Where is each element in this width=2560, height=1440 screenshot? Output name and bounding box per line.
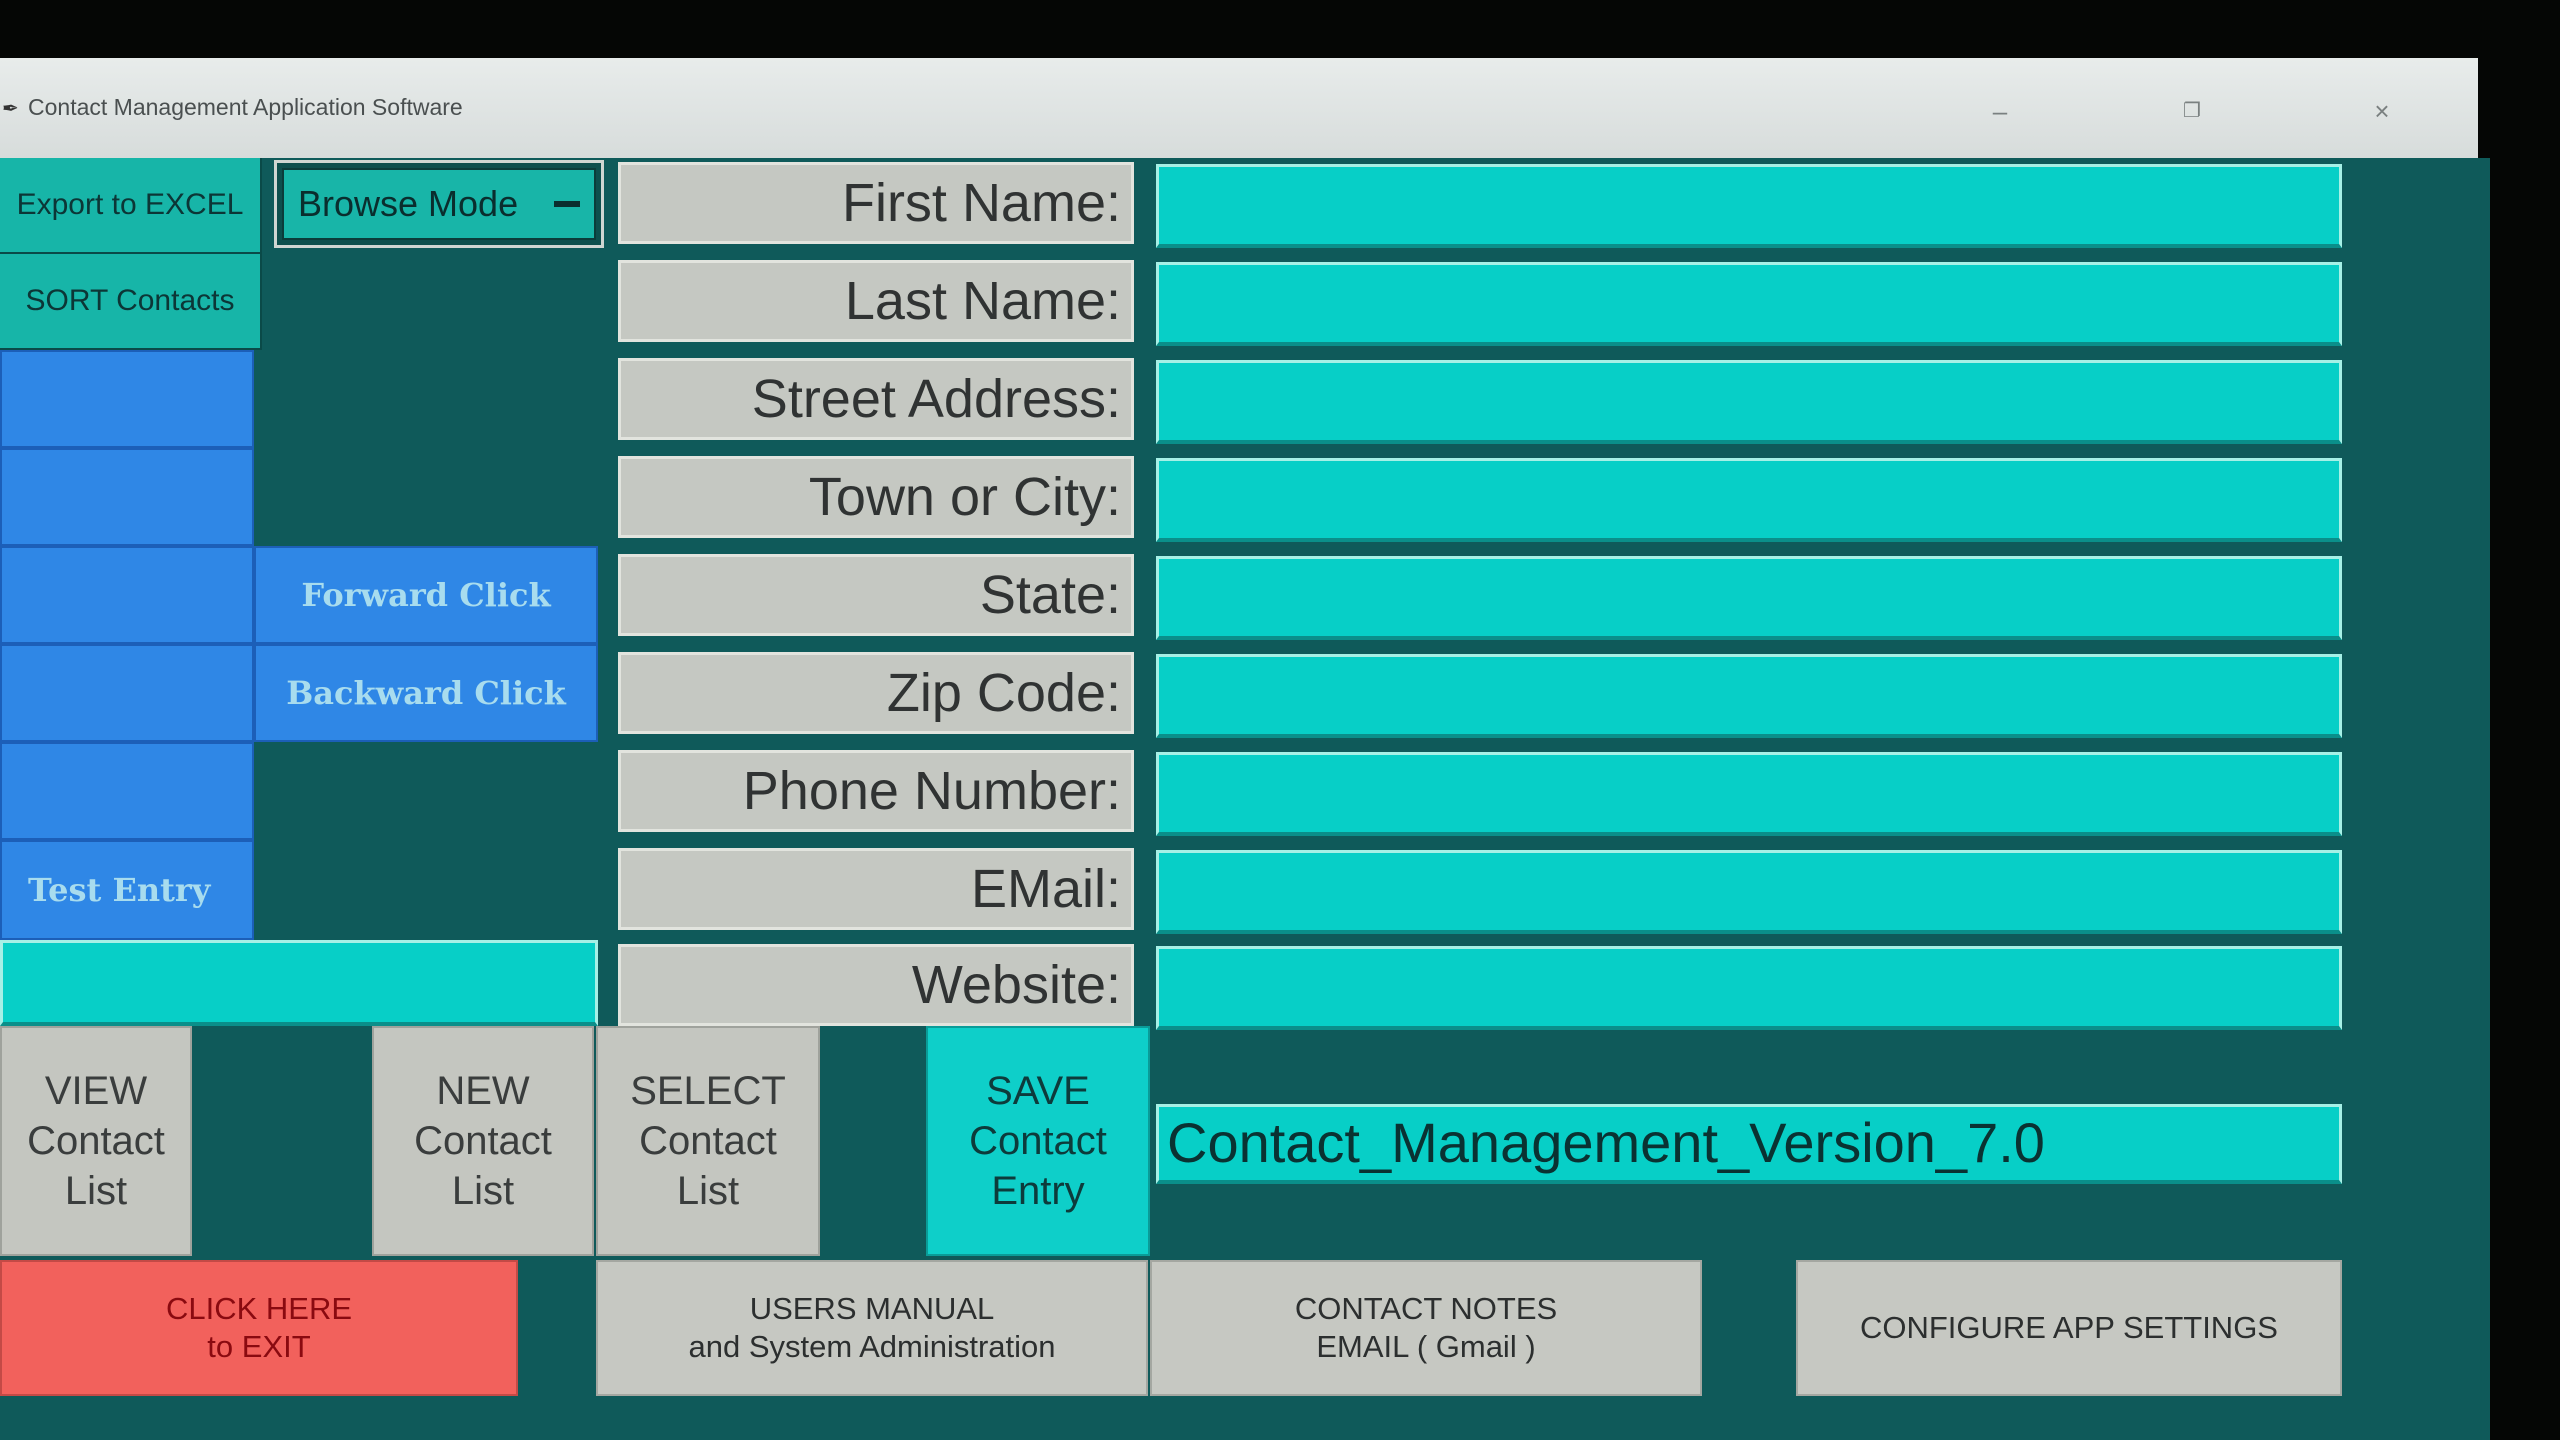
users-manual-button[interactable]: USERS MANUAL and System Administration: [596, 1260, 1148, 1396]
phone-number-label: Phone Number:: [618, 750, 1134, 832]
blank-blue-button-2[interactable]: [0, 448, 254, 546]
app-feather-icon: ✒: [2, 98, 19, 120]
app-area: Export to EXCEL SORT Contacts Test Entry…: [0, 158, 2490, 1440]
window-title: Contact Management Application Software: [28, 94, 463, 120]
town-city-field[interactable]: [1156, 458, 2342, 542]
last-name-field[interactable]: [1156, 262, 2342, 346]
street-address-field[interactable]: [1156, 360, 2342, 444]
save-contact-entry-button[interactable]: SAVE Contact Entry: [926, 1026, 1150, 1256]
select-contact-list-button[interactable]: SELECT Contact List: [596, 1026, 820, 1256]
new-contact-list-button[interactable]: NEW Contact List: [372, 1026, 594, 1256]
first-name-label: First Name:: [618, 162, 1134, 244]
mode-select-value: Browse Mode: [298, 183, 519, 224]
export-excel-button[interactable]: Export to EXCEL: [0, 158, 262, 254]
website-field[interactable]: [1156, 946, 2342, 1030]
blank-blue-button-5[interactable]: [0, 742, 254, 840]
minimize-icon[interactable]: –: [1970, 86, 2030, 136]
last-name-label: Last Name:: [618, 260, 1134, 342]
blank-blue-button-4[interactable]: [0, 644, 254, 742]
view-contact-list-button[interactable]: VIEW Contact List: [0, 1026, 192, 1256]
exit-button[interactable]: CLICK HERE to EXIT: [0, 1260, 518, 1396]
email-field[interactable]: [1156, 850, 2342, 934]
backward-click-button[interactable]: Backward Click: [254, 644, 598, 742]
first-name-field[interactable]: [1156, 164, 2342, 248]
state-label: State:: [618, 554, 1134, 636]
zip-code-label: Zip Code:: [618, 652, 1134, 734]
restore-icon[interactable]: ❐: [2162, 86, 2222, 136]
contact-notes-email-button[interactable]: CONTACT NOTES EMAIL ( Gmail ): [1150, 1260, 1702, 1396]
website-label: Website:: [618, 944, 1134, 1026]
configure-settings-button[interactable]: CONFIGURE APP SETTINGS: [1796, 1260, 2342, 1396]
state-field[interactable]: [1156, 556, 2342, 640]
blank-blue-button-1[interactable]: [0, 350, 254, 448]
test-entry-button[interactable]: Test Entry: [0, 840, 254, 940]
phone-number-field[interactable]: [1156, 752, 2342, 836]
version-field[interactable]: Contact_Management_Version_7.0: [1156, 1104, 2342, 1184]
sort-contacts-button[interactable]: SORT Contacts: [0, 254, 262, 350]
forward-click-button[interactable]: Forward Click: [254, 546, 598, 644]
street-address-label: Street Address:: [618, 358, 1134, 440]
email-label: EMail:: [618, 848, 1134, 930]
mode-select[interactable]: Browse Mode: [274, 160, 604, 248]
window-titlebar: ✒ Contact Management Application Softwar…: [0, 58, 2478, 158]
close-icon[interactable]: ×: [2352, 86, 2412, 136]
town-city-label: Town or City:: [618, 456, 1134, 538]
blank-blue-button-3[interactable]: [0, 546, 254, 644]
dropdown-indicator-icon: [554, 201, 580, 207]
zip-code-field[interactable]: [1156, 654, 2342, 738]
search-entry-field[interactable]: [0, 940, 598, 1026]
